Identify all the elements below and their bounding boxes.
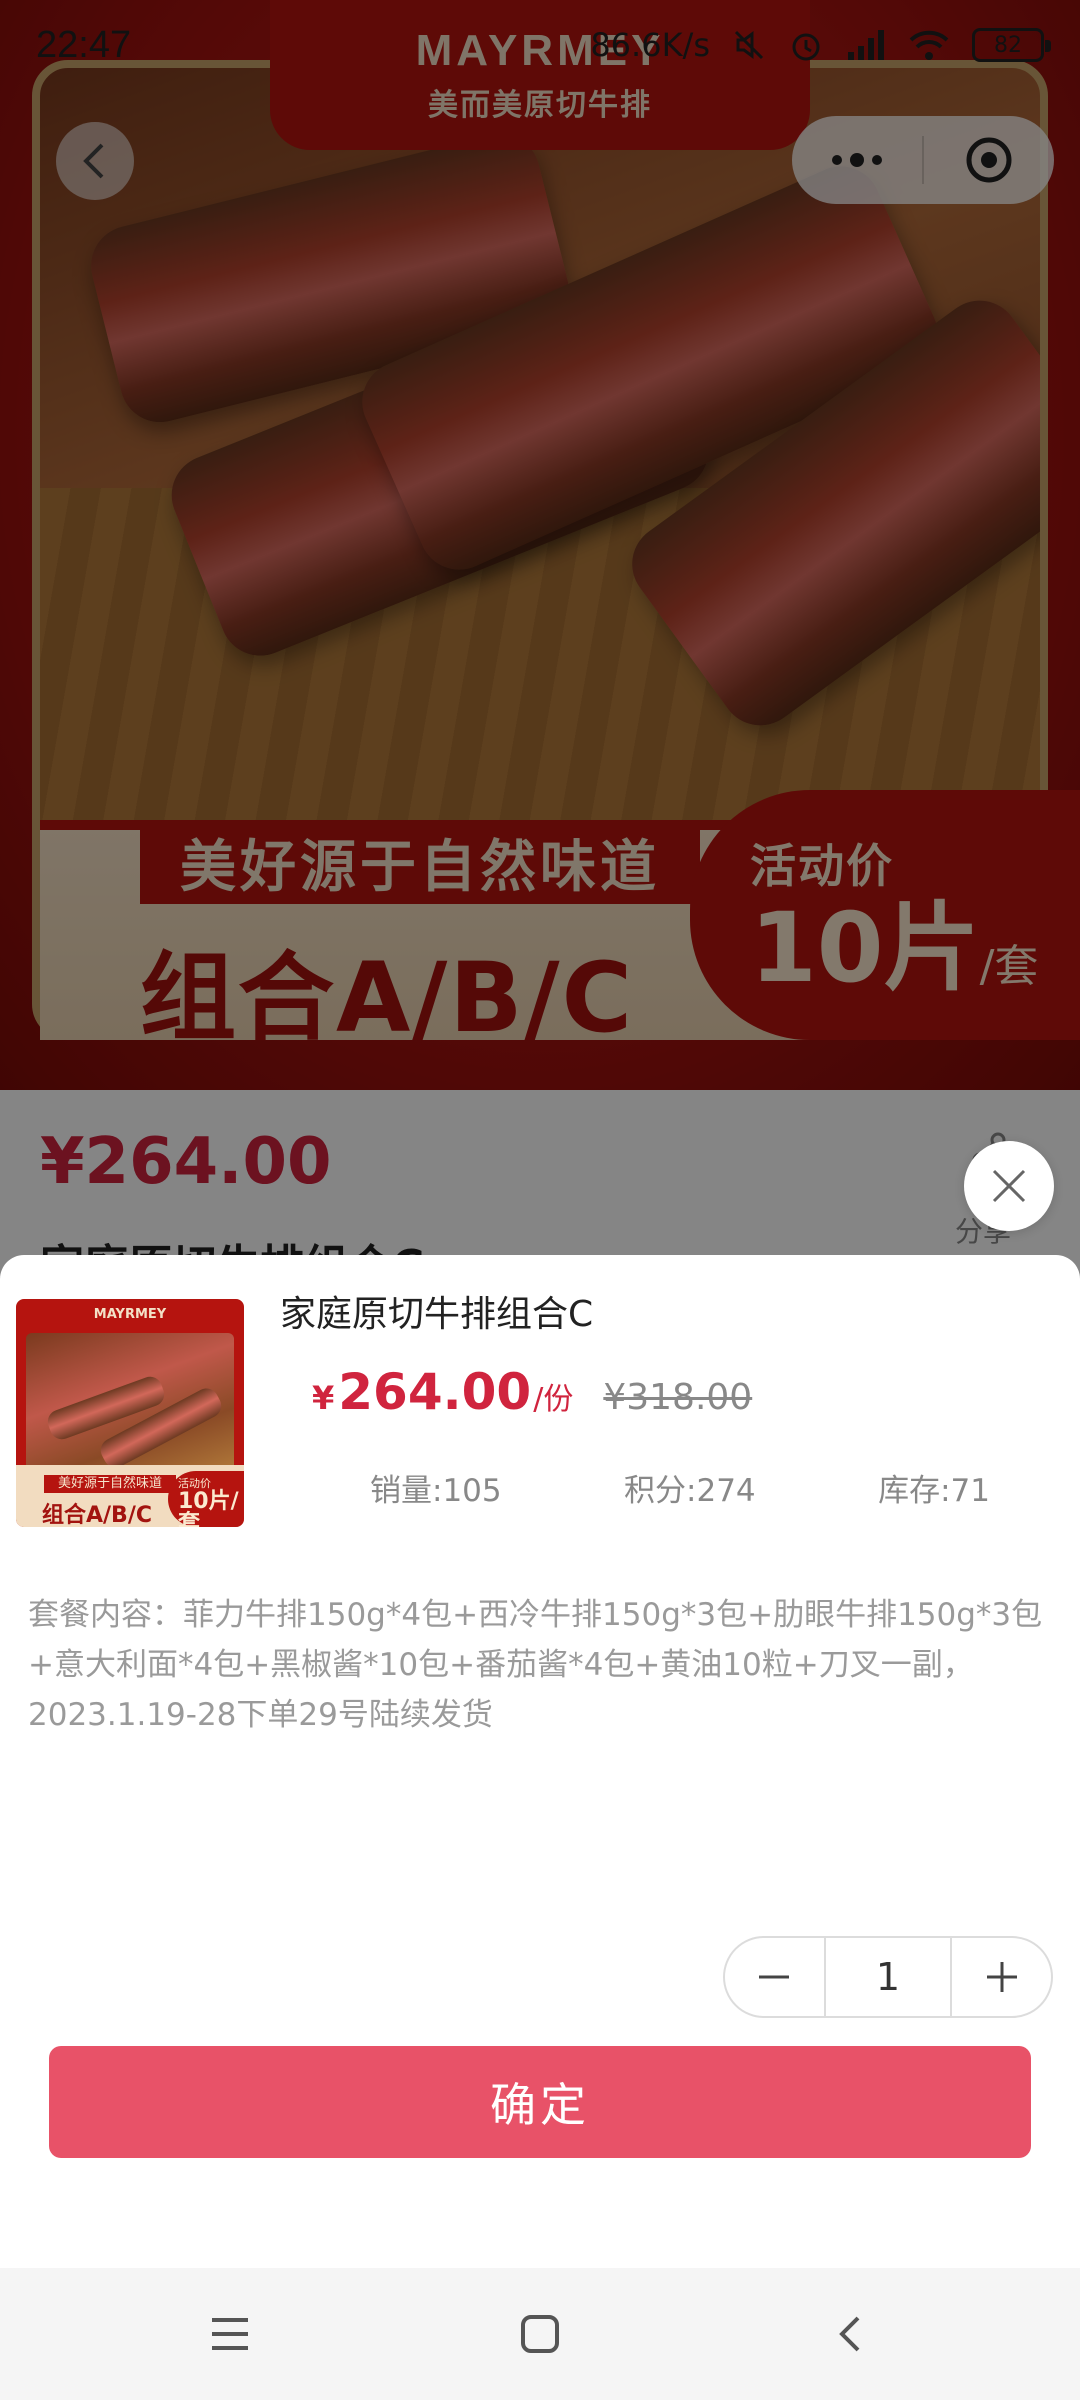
sale-price: 264.00 xyxy=(338,1363,532,1421)
minus-icon xyxy=(759,1975,790,1979)
sku-selector-sheet: MAYRMEY 美好源于自然味道 组合A/B/C 活动价 10片/套 家庭原切牛… xyxy=(0,1255,1080,2268)
system-nav-bar xyxy=(0,2268,1080,2400)
close-icon xyxy=(992,1169,1026,1203)
home-square-icon xyxy=(521,2315,559,2353)
quantity-stepper: 1 xyxy=(723,1936,1053,2018)
sheet-product-name: 家庭原切牛排组合C xyxy=(280,1294,594,1335)
quantity-value[interactable]: 1 xyxy=(823,1938,953,2016)
confirm-button[interactable]: 确定 xyxy=(49,2046,1031,2158)
thumbnail-brand: MAYRMEY xyxy=(93,1307,167,1322)
original-price: ¥318.00 xyxy=(603,1377,753,1418)
thumbnail-badge-value: 10片/套 xyxy=(178,1489,239,1528)
menu-button[interactable] xyxy=(200,2304,260,2364)
close-button[interactable] xyxy=(964,1141,1054,1231)
sales-count: 销量:105 xyxy=(370,1473,502,1509)
plus-icon xyxy=(986,1962,1017,1992)
nav-back-button[interactable] xyxy=(820,2304,880,2364)
menu-icon xyxy=(212,2318,248,2350)
price-row: ¥ 264.00 /份 ¥318.00 xyxy=(312,1363,752,1421)
thumbnail-tagline: 美好源于自然味道 xyxy=(44,1475,176,1493)
product-stats: 销量:105 积分:274 库存:71 xyxy=(370,1465,990,1510)
package-description: 套餐内容：菲力牛排150g*4包+西冷牛排150g*3包+肋眼牛排150g*3包… xyxy=(28,1597,1043,1733)
home-button[interactable] xyxy=(510,2304,570,2364)
product-thumbnail: MAYRMEY 美好源于自然味道 组合A/B/C 活动价 10片/套 xyxy=(16,1299,244,1527)
nav-back-icon xyxy=(839,2316,860,2352)
stock-count: 库存:71 xyxy=(878,1473,990,1509)
price-unit: /份 xyxy=(533,1382,574,1417)
increase-button[interactable] xyxy=(952,1938,1051,2016)
decrease-button[interactable] xyxy=(725,1938,824,2016)
thumbnail-combo: 组合A/B/C xyxy=(42,1503,153,1527)
points: 积分:274 xyxy=(624,1473,756,1509)
thumbnail-badge: 活动价 10片/套 xyxy=(168,1471,244,1527)
currency-symbol: ¥ xyxy=(312,1379,335,1417)
